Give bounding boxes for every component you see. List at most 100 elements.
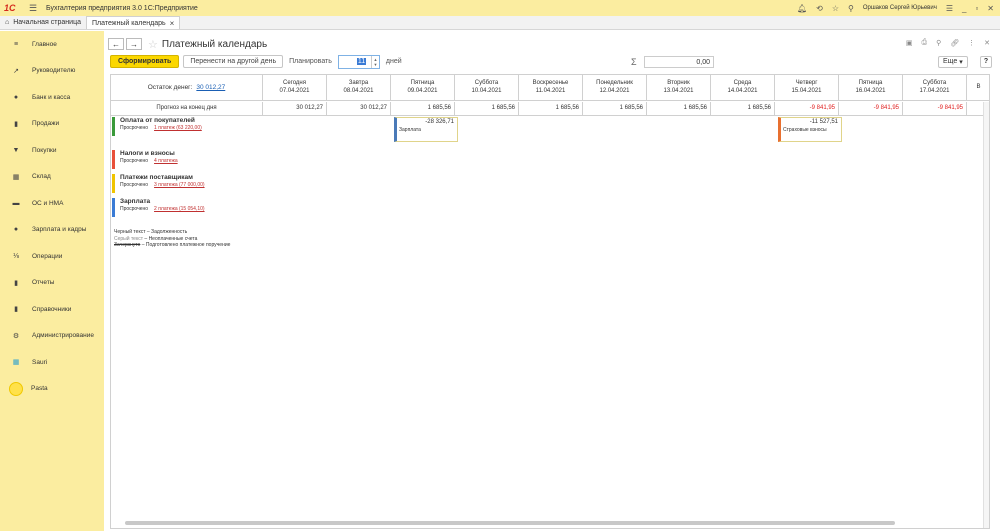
day-date: 16.04.2021	[855, 87, 886, 94]
back-button[interactable]: ←	[108, 38, 124, 50]
day-name: Суббота	[474, 80, 499, 86]
category-taxes[interactable]: Налоги и взносы Просрочено 4 платежа	[112, 150, 262, 169]
day-name: Суббота	[922, 80, 947, 86]
sidebar-item-purchases[interactable]: ▼ Покупки	[0, 137, 104, 164]
category-customer-payments[interactable]: Оплата от покупателей Просрочено 1 платеж…	[112, 117, 262, 136]
app-logo: 1С	[4, 3, 16, 13]
close-form-icon[interactable]: ✕	[984, 39, 990, 47]
sidebar-item-label: Продажи	[32, 120, 60, 128]
day-date: 11.04.2021	[535, 87, 566, 94]
category-name: Платежи поставщикам	[120, 174, 193, 181]
toolbar: Сформировать Перенести на другой день Пл…	[110, 54, 994, 69]
scrollbar-thumb[interactable]	[125, 521, 895, 525]
main-menu-icon[interactable]: ☰	[26, 3, 40, 14]
plan-days-input[interactable]: 11 ▲ ▼	[337, 54, 380, 69]
user-name[interactable]: Оршаков Сергей Юрьевич	[863, 5, 937, 11]
close-icon[interactable]: ✕	[987, 4, 994, 13]
tab-label: Начальная страница	[13, 19, 81, 26]
vertical-scrollbar[interactable]	[983, 102, 989, 528]
plan-label: Планировать	[289, 58, 332, 65]
restore-icon[interactable]: ▫	[975, 4, 978, 13]
notification-bell-icon[interactable]: 🔔︎	[797, 4, 807, 13]
settings-icon[interactable]: ☰	[946, 4, 953, 13]
payment-label: Зарплата	[399, 127, 421, 133]
operations-icon: ⅛	[13, 252, 19, 260]
horizontal-scrollbar[interactable]	[119, 520, 981, 526]
search-icon[interactable]: ⚲	[848, 4, 854, 13]
print-icon[interactable]: ⎙	[921, 39, 927, 47]
overdue-link[interactable]: 4 платежа	[154, 158, 178, 164]
category-supplier-payments[interactable]: Платежи поставщикам Просрочено 3 платежа …	[112, 174, 262, 193]
more-vertical-icon[interactable]: ⋮	[968, 39, 975, 47]
forecast-label: Прогноз на конец дня	[111, 102, 263, 115]
sidebar-item-reports[interactable]: ▮ Отчеты	[0, 270, 104, 297]
payment-calendar-grid: Остаток денег: 30 012,27 Сегодня 07.04.20…	[110, 74, 990, 529]
legend-item: Зачеркнуто – Подготовлено платежное пору…	[114, 242, 231, 248]
overdue-label: Просрочено	[120, 182, 149, 188]
history-icon[interactable]: ⟲	[816, 4, 823, 13]
overdue-link[interactable]: 2 платежа (15 054,10)	[154, 206, 205, 212]
sidebar-item-sauri[interactable]: ▦ Sauri	[0, 349, 104, 376]
forecast-cell: 30 012,27	[327, 102, 391, 115]
day-date: 17.04.2021	[919, 87, 950, 94]
sidebar-item-bank[interactable]: ● Банк и касса	[0, 84, 104, 111]
menu-lines-icon: ≡	[13, 40, 19, 48]
sidebar-item-directories[interactable]: ▮ Справочники	[0, 296, 104, 323]
day-date: 12.04.2021	[599, 87, 630, 94]
sidebar-item-admin[interactable]: ⚙ Администрирование	[0, 323, 104, 350]
coin-icon: ●	[13, 93, 19, 101]
day-name: Воскресенье	[532, 80, 569, 86]
sidebar-item-main[interactable]: ≡ Главное	[0, 31, 104, 58]
forecast-cell: -9 841,95	[775, 102, 839, 115]
legend-desc: Подготовлено платежное поручение	[145, 242, 231, 248]
favorite-star-icon[interactable]: ☆	[148, 38, 158, 51]
link-icon[interactable]: 🔗︎	[950, 39, 959, 47]
category-name: Зарплата	[120, 198, 151, 205]
sidebar-item-warehouse[interactable]: ▦ Склад	[0, 164, 104, 191]
save-icon[interactable]: ▣	[906, 39, 913, 47]
sidebar-item-label: Руководителю	[32, 67, 76, 75]
bar-chart-icon: ▮	[14, 279, 18, 287]
person-icon: ●	[13, 226, 19, 234]
day-date: 14.04.2021	[727, 87, 758, 94]
overdue-link[interactable]: 1 платеж (63 220,00)	[154, 125, 202, 131]
forward-button[interactable]: →	[126, 38, 142, 50]
day-name: Завтра	[348, 80, 369, 86]
sidebar-item-assets[interactable]: ▬ ОС и НМА	[0, 190, 104, 217]
overdue-label: Просрочено	[120, 206, 149, 212]
sidebar-item-label: Администрирование	[32, 332, 94, 340]
sidebar-item-label: Главное	[32, 40, 57, 48]
more-button[interactable]: Еще ▾	[938, 55, 968, 68]
help-button[interactable]: ?	[980, 55, 992, 68]
category-name: Оплата от покупателей	[120, 117, 195, 124]
day-header: Воскресенье 11.04.2021	[519, 75, 583, 100]
move-to-another-day-button[interactable]: Перенести на другой день	[183, 55, 284, 68]
day-name: Понедельник	[596, 80, 633, 86]
payment-salary[interactable]: -28 326,71 Зарплата	[394, 117, 458, 142]
category-salary[interactable]: Зарплата Просрочено 2 платежа (15 054,10)	[112, 198, 262, 217]
tab-home[interactable]: ⌂ Начальная страница	[0, 16, 86, 29]
forecast-cell: 1 685,56	[519, 102, 583, 115]
sidebar-item-label: Отчеты	[32, 279, 55, 287]
sidebar-item-operations[interactable]: ⅛ Операции	[0, 243, 104, 270]
balance-link[interactable]: 30 012,27	[196, 84, 225, 92]
sidebar-item-pasta[interactable]: Pasta	[0, 376, 104, 403]
minimize-icon[interactable]: _	[962, 4, 966, 13]
main-content: ← → ☆ Платежный календарь ▣ ⎙ ⚲ 🔗︎ ⋮ ✕ С…	[104, 31, 1000, 531]
day-name: Пятница	[858, 80, 883, 86]
close-tab-icon[interactable]: ×	[170, 19, 175, 28]
yellow-circle-icon	[9, 381, 23, 396]
sidebar-item-salary[interactable]: ● Зарплата и кадры	[0, 217, 104, 244]
day-header: Четверг 15.04.2021	[775, 75, 839, 100]
spinner-icon[interactable]: ▲ ▼	[370, 55, 379, 68]
search-icon[interactable]: ⚲	[936, 39, 941, 47]
sidebar-item-sales[interactable]: ▮ Продажи	[0, 111, 104, 138]
generate-button[interactable]: Сформировать	[110, 55, 180, 68]
favorites-star-icon[interactable]: ☆	[832, 4, 839, 13]
sidebar-item-manager[interactable]: ↗ Руководителю	[0, 58, 104, 85]
overdue-link[interactable]: 3 платежа (77 000,00)	[154, 182, 205, 188]
payment-insurance[interactable]: -11 527,51 Страховые взносы	[778, 117, 842, 142]
tab-payment-calendar[interactable]: Платежный календарь ×	[85, 16, 181, 29]
cart-icon: ▼	[12, 146, 20, 154]
day-date: 07.04.2021	[279, 87, 310, 94]
